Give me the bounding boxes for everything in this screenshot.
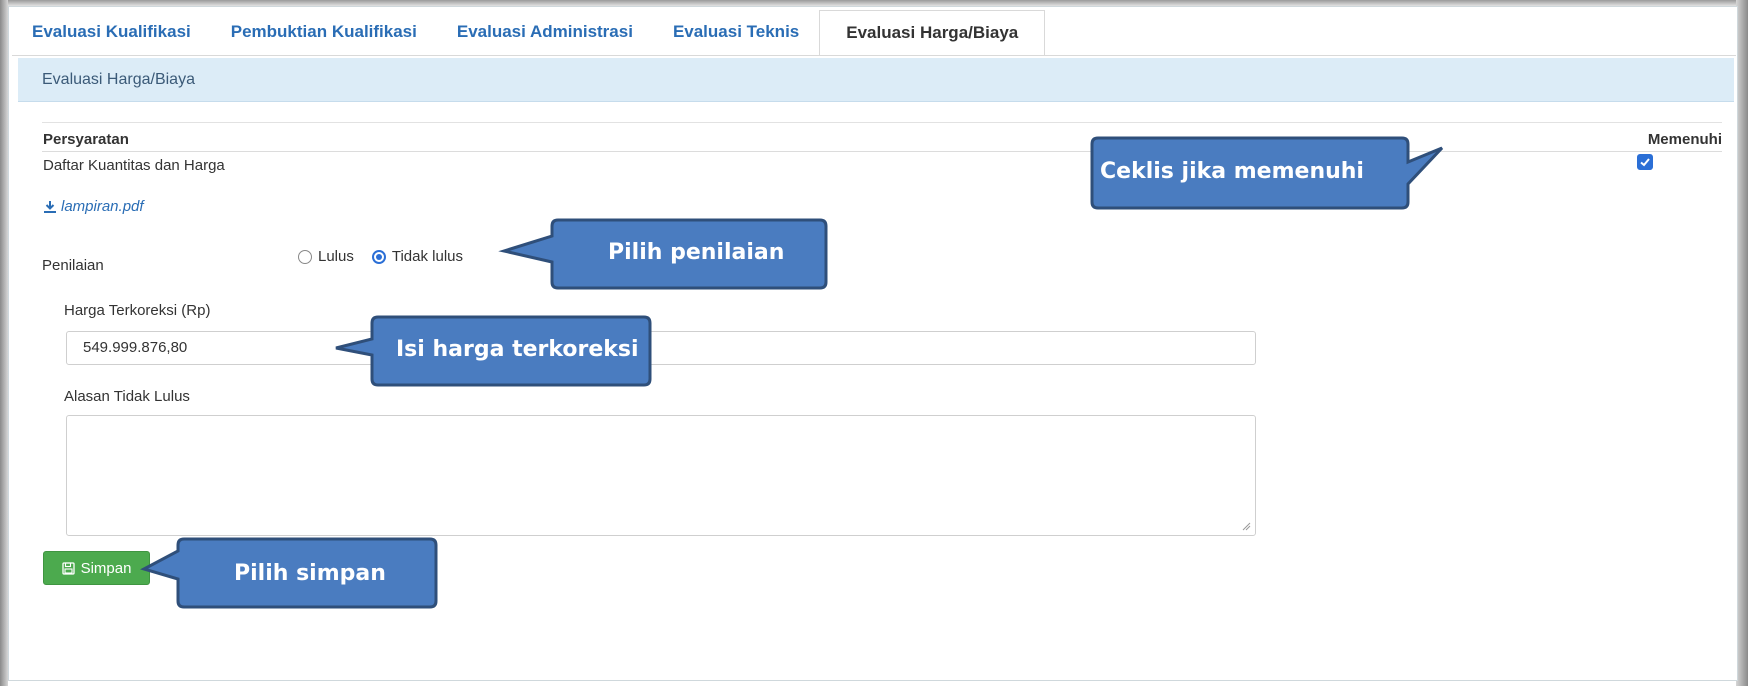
callout-simpan-text: Pilih simpan bbox=[234, 561, 386, 586]
tab-pembuktian-kualifikasi[interactable]: Pembuktian Kualifikasi bbox=[211, 10, 437, 56]
requirement-item: Daftar Kuantitas dan Harga bbox=[43, 157, 225, 174]
table-header-divider bbox=[42, 151, 1722, 152]
radio-option-tidak-lulus[interactable]: Tidak lulus bbox=[371, 248, 463, 265]
tab-bar: Evaluasi Kualifikasi Pembuktian Kualifik… bbox=[12, 10, 1046, 56]
tab-evaluasi-administrasi[interactable]: Evaluasi Administrasi bbox=[437, 10, 653, 56]
harga-value: 549.999.876,80 bbox=[83, 339, 188, 356]
alasan-textarea[interactable] bbox=[66, 415, 1256, 536]
radio-lulus-label: Lulus bbox=[318, 248, 354, 265]
callout-ceklis-text: Ceklis jika memenuhi bbox=[1100, 159, 1364, 184]
fulfilled-checkbox[interactable] bbox=[1637, 154, 1653, 170]
radio-option-lulus[interactable]: Lulus bbox=[298, 248, 354, 265]
penilaian-label: Penilaian bbox=[42, 257, 104, 274]
tab-evaluasi-kualifikasi[interactable]: Evaluasi Kualifikasi bbox=[12, 10, 211, 56]
save-button-label: Simpan bbox=[80, 559, 132, 577]
tab-evaluasi-harga-biaya[interactable]: Evaluasi Harga/Biaya bbox=[819, 10, 1046, 56]
panel-title: Evaluasi Harga/Biaya bbox=[18, 58, 1734, 102]
callout-harga-text: Isi harga terkoreksi bbox=[396, 337, 639, 362]
resize-grip-icon[interactable] bbox=[1241, 521, 1251, 531]
radio-tidak-lulus[interactable] bbox=[371, 249, 386, 264]
attachment-link[interactable]: lampiran.pdf bbox=[43, 198, 144, 215]
harga-label: Harga Terkoreksi (Rp) bbox=[64, 302, 211, 319]
harga-input[interactable]: 549.999.876,80 bbox=[66, 331, 1256, 365]
tab-divider bbox=[12, 55, 1736, 56]
download-icon bbox=[44, 200, 56, 213]
radio-lulus[interactable] bbox=[298, 249, 312, 264]
column-header-requirement: Persyaratan bbox=[43, 131, 129, 148]
save-button[interactable]: Simpan bbox=[43, 551, 150, 585]
penilaian-radio-group: Lulus Tidak lulus bbox=[298, 248, 473, 265]
callout-penilaian-text: Pilih penilaian bbox=[608, 240, 785, 265]
radio-tidak-lulus-label: Tidak lulus bbox=[391, 248, 463, 265]
attachment-label: lampiran.pdf bbox=[61, 198, 144, 215]
checkmark-icon bbox=[1640, 158, 1650, 167]
floppy-disk-icon bbox=[61, 561, 75, 575]
tab-evaluasi-teknis[interactable]: Evaluasi Teknis bbox=[653, 10, 819, 56]
alasan-label: Alasan Tidak Lulus bbox=[64, 388, 190, 405]
left-shadow bbox=[0, 0, 8, 686]
table-top-border bbox=[42, 122, 1722, 123]
column-header-fulfilled: Memenuhi bbox=[1647, 131, 1722, 148]
